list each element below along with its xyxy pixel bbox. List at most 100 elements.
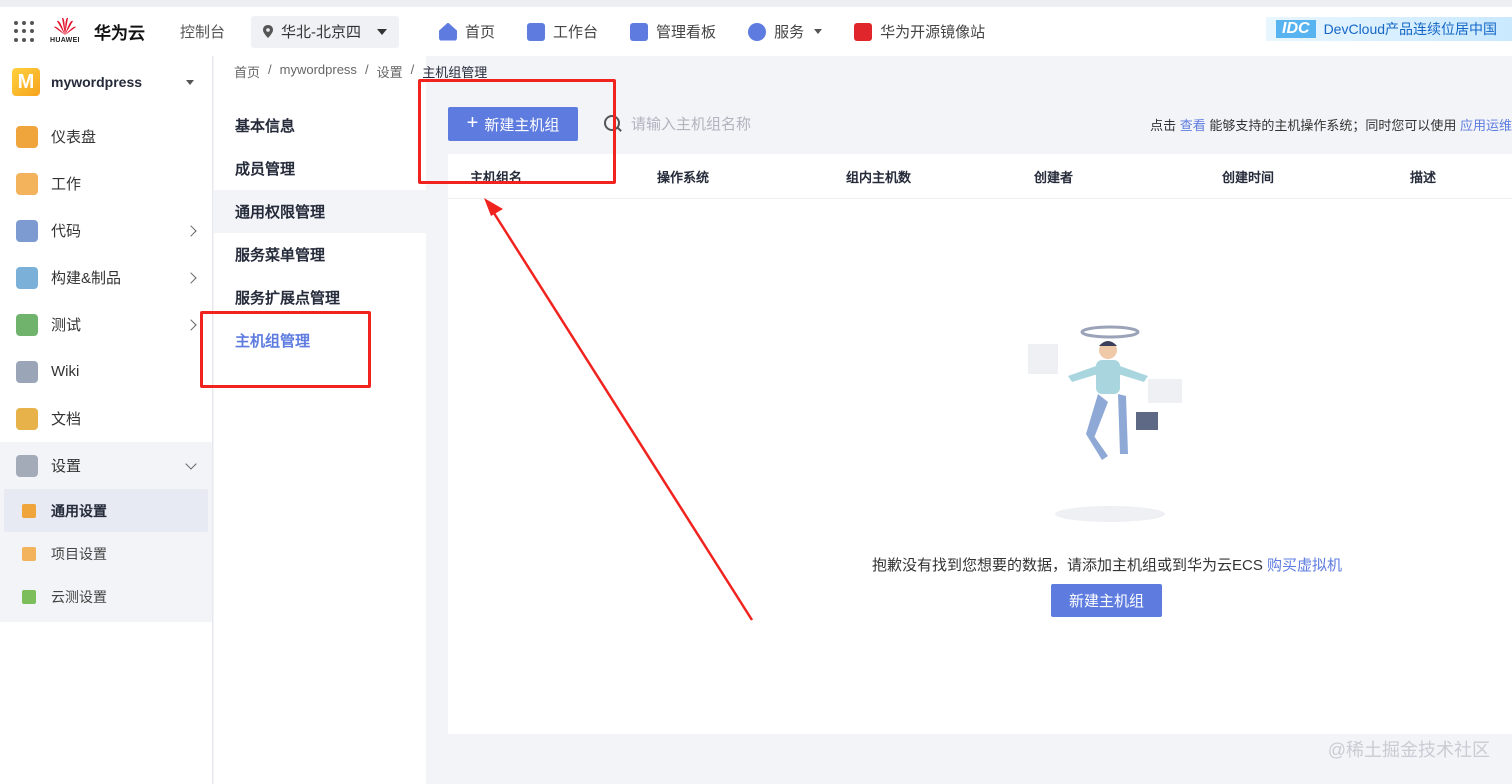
sidebar-subitem-label: 项目设置 — [51, 545, 107, 562]
chevron-down-icon — [814, 29, 823, 34]
column-header-os[interactable]: 操作系统 — [657, 167, 709, 186]
search-box — [604, 110, 864, 138]
chevron-down-icon — [377, 28, 388, 35]
nav-service-label: 服务 — [774, 24, 805, 41]
sidebar-item-work[interactable]: 工作 — [0, 160, 212, 207]
app-grid-icon[interactable] — [14, 20, 36, 43]
nav-mirror-site-label: 华为开源镜像站 — [880, 24, 986, 41]
sidebar-item-label: Wiki — [51, 363, 80, 380]
nav-service[interactable]: 服务 — [748, 21, 823, 42]
column-header-created-time[interactable]: 创建时间 — [1222, 167, 1274, 186]
breadcrumb-current: 主机组管理 — [422, 65, 488, 80]
sidebar-item-wiki[interactable]: Wiki — [0, 348, 212, 395]
build-icon — [16, 266, 38, 289]
breadcrumb-separator: / — [364, 62, 369, 77]
project-switcher[interactable]: M mywordpress — [0, 56, 212, 108]
subnav-item-permissions[interactable]: 通用权限管理 — [214, 190, 426, 233]
breadcrumb-separator: / — [268, 62, 272, 77]
sidebar-subitem-cloudtest-settings[interactable]: 云测设置 — [0, 575, 212, 618]
sidebar-subitem-label: 通用设置 — [51, 502, 107, 519]
sidebar-item-docs[interactable]: 文档 — [0, 395, 212, 442]
huawei-wordmark: HUAWEI — [50, 36, 80, 44]
sidebar-item-settings[interactable]: 设置 — [0, 442, 212, 489]
sidebar-subitem-general-settings[interactable]: 通用设置 — [4, 489, 208, 532]
subnav-item-basic-info[interactable]: 基本信息 — [214, 104, 426, 147]
service-icon — [748, 22, 767, 41]
search-icon[interactable] — [604, 115, 622, 133]
sidebar-item-label: 文档 — [51, 411, 82, 428]
column-header-host-count[interactable]: 组内主机数 — [846, 167, 911, 186]
wiki-icon — [16, 360, 38, 383]
nav-mirror-site[interactable]: 华为开源镜像站 — [854, 21, 985, 42]
sidebar-item-build[interactable]: 构建&制品 — [0, 254, 212, 301]
watermark: @稀土掘金技术社区 — [1327, 740, 1490, 760]
sidebar-item-label: 设置 — [51, 458, 82, 475]
code-icon — [16, 219, 38, 242]
sidebar-item-test[interactable]: 测试 — [0, 301, 212, 348]
nav-dashboard[interactable]: 管理看板 — [630, 21, 716, 42]
empty-state-text: 抱歉没有找到您想要的数据，请添加主机组或到华为云ECS — [872, 557, 1263, 574]
home-icon — [439, 22, 458, 41]
nav-home[interactable]: 首页 — [439, 21, 495, 42]
chevron-right-icon — [185, 271, 197, 284]
subnav-item-members[interactable]: 成员管理 — [214, 147, 426, 190]
promo-banner[interactable]: IDC DevCloud产品连续位居中国 — [1266, 17, 1512, 41]
breadcrumb-home[interactable]: 首页 — [234, 62, 260, 81]
app-ops-link[interactable]: 应用运维 — [1460, 118, 1512, 133]
project-name: mywordpress — [51, 74, 143, 90]
chevron-down-icon — [185, 458, 197, 470]
buy-vm-link[interactable]: 购买虚拟机 — [1267, 557, 1342, 574]
region-label: 华北-北京四 — [281, 24, 362, 41]
left-sidebar: M mywordpress 仪表盘 工作 代码 构建&制品 测试 Wiki 文档… — [0, 56, 213, 784]
sidebar-item-label: 构建&制品 — [51, 270, 122, 287]
os-support-hint: 点击 查看 能够支持的主机操作系统；同时您可以使用 应用运维 — [1150, 115, 1512, 134]
breadcrumb-settings[interactable]: 设置 — [377, 62, 403, 81]
sidebar-subitem-project-settings[interactable]: 项目设置 — [0, 532, 212, 575]
empty-state-new-host-group-button[interactable]: 新建主机组 — [1051, 584, 1162, 617]
empty-state-illustration — [1028, 325, 1182, 522]
hint-middle: 能够支持的主机操作系统；同时您可以使用 — [1209, 118, 1457, 133]
top-bar: HUAWEI 华为云 控制台 华北-北京四 首页 工作台 管理看板 服务 华为开… — [0, 0, 1512, 56]
sidebar-item-label: 测试 — [51, 317, 82, 334]
column-header-creator[interactable]: 创建者 — [1034, 167, 1073, 186]
sidebar-item-label: 代码 — [51, 223, 82, 240]
huawei-logo[interactable]: HUAWEI — [50, 16, 80, 48]
column-header-description[interactable]: 描述 — [1410, 167, 1436, 186]
nav-home-label: 首页 — [465, 24, 496, 41]
subnav-item-host-groups[interactable]: 主机组管理 — [214, 319, 426, 362]
breadcrumb-project[interactable]: mywordpress — [280, 62, 357, 81]
test-icon — [16, 313, 38, 336]
settings-icon — [16, 454, 38, 477]
sidebar-item-code[interactable]: 代码 — [0, 207, 212, 254]
plus-icon: + — [466, 112, 479, 134]
settings-subnav: 基本信息 成员管理 通用权限管理 服务菜单管理 服务扩展点管理 主机组管理 — [214, 56, 426, 784]
sidebar-item-label: 仪表盘 — [51, 129, 97, 146]
host-group-panel: + 新建主机组 点击 查看 能够支持的主机操作系统；同时您可以使用 应用运维 主… — [448, 96, 1512, 734]
sidebar-item-dashboard[interactable]: 仪表盘 — [0, 113, 212, 160]
subnav-item-service-menu[interactable]: 服务菜单管理 — [214, 233, 426, 276]
subnav-item-extension-points[interactable]: 服务扩展点管理 — [214, 276, 426, 319]
nav-workbench[interactable]: 工作台 — [527, 21, 598, 42]
breadcrumb-separator: / — [410, 62, 415, 77]
new-host-group-button[interactable]: + 新建主机组 — [448, 107, 578, 141]
brand-name[interactable]: 华为云 — [94, 19, 145, 44]
work-icon — [16, 172, 38, 195]
chevron-down-icon — [186, 79, 194, 85]
settings-submenu: 通用设置 项目设置 云测设置 — [0, 489, 212, 622]
view-os-link[interactable]: 查看 — [1180, 118, 1206, 133]
workbench-icon — [527, 22, 546, 41]
empty-state: 抱歉没有找到您想要的数据，请添加主机组或到华为云ECS 购买虚拟机 新建主机组 — [448, 296, 1512, 626]
sidebar-item-label: 工作 — [51, 176, 82, 193]
toolbar: + 新建主机组 点击 查看 能够支持的主机操作系统；同时您可以使用 应用运维 — [448, 96, 1512, 154]
cloudtest-settings-icon — [22, 589, 36, 604]
console-link[interactable]: 控制台 — [180, 21, 225, 42]
table-header: 主机组名 操作系统 组内主机数 创建者 创建时间 描述 — [448, 154, 1512, 199]
region-selector[interactable]: 华北-北京四 — [251, 15, 400, 48]
dashboard-board-icon — [630, 22, 649, 41]
search-input[interactable] — [631, 115, 851, 133]
hint-prefix: 点击 — [1150, 118, 1177, 133]
banner-text: DevCloud产品连续位居中国 — [1323, 21, 1498, 37]
general-settings-icon — [22, 503, 36, 518]
column-header-name[interactable]: 主机组名 — [470, 167, 522, 186]
chevron-right-icon — [185, 224, 197, 237]
